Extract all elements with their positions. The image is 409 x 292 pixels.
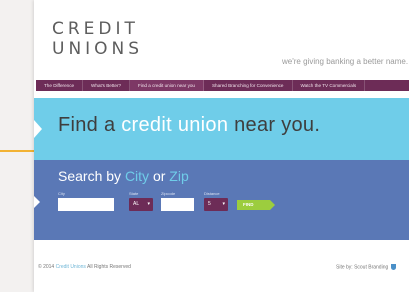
hero-pre: Find a bbox=[58, 114, 122, 136]
nav-item-tv-commercials[interactable]: Watch the TV Commercials bbox=[293, 80, 366, 91]
hero-heading: Find a credit union near you. bbox=[58, 114, 320, 137]
zipcode-input[interactable] bbox=[161, 198, 194, 211]
search-heading-pre: Search by bbox=[58, 168, 125, 184]
search-heading: Search by City or Zip bbox=[58, 168, 189, 184]
search-or-word: or bbox=[149, 168, 170, 184]
hero-highlight: credit union bbox=[121, 114, 229, 136]
logo[interactable]: CREDIT UNIONS bbox=[52, 20, 143, 58]
distance-label: Distance bbox=[204, 191, 220, 196]
copyright-link[interactable]: Credit Unions bbox=[56, 264, 86, 270]
search-panel: Search by City or Zip City State AL ▾ Zi… bbox=[34, 160, 409, 240]
main-nav: The Difference What's Better? Find a cre… bbox=[36, 80, 409, 91]
search-zip-word: Zip bbox=[169, 168, 189, 184]
copyright-post: All Rights Reserved bbox=[85, 264, 131, 270]
logo-line1: CREDIT bbox=[52, 19, 139, 39]
tagline: we're giving banking a better name. bbox=[282, 57, 409, 66]
find-button[interactable]: FIND bbox=[237, 200, 275, 210]
chevron-down-icon: ▾ bbox=[147, 201, 150, 207]
copyright: © 2014 Credit Unions All Rights Reserved bbox=[38, 264, 131, 270]
accent-line bbox=[0, 150, 34, 152]
site-credit-text: Site by: Scout Branding bbox=[336, 264, 389, 271]
nav-item-whats-better[interactable]: What's Better? bbox=[83, 80, 131, 91]
arrow-marker-icon bbox=[34, 120, 42, 138]
chevron-down-icon: ▾ bbox=[222, 201, 225, 207]
distance-value: 5 bbox=[208, 201, 211, 207]
distance-select[interactable]: 5 ▾ bbox=[204, 198, 228, 211]
search-city-word: City bbox=[124, 168, 150, 184]
copyright-pre: © 2014 bbox=[38, 264, 56, 270]
city-input[interactable] bbox=[58, 198, 114, 211]
shield-icon bbox=[390, 264, 396, 270]
site-credit[interactable]: Site by: Scout Branding bbox=[336, 264, 396, 270]
nav-item-shared-branching[interactable]: Shared Branching for Convenience bbox=[204, 80, 293, 91]
hero-banner: Find a credit union near you. bbox=[34, 98, 409, 160]
state-label: State bbox=[129, 191, 139, 196]
page: CREDIT UNIONS we're giving banking a bet… bbox=[34, 0, 409, 292]
state-select[interactable]: AL ▾ bbox=[129, 198, 153, 211]
arrow-marker-icon bbox=[34, 196, 40, 208]
zipcode-label: Zipcode bbox=[161, 191, 176, 196]
city-label: City bbox=[58, 191, 65, 196]
nav-item-difference[interactable]: The Difference bbox=[36, 80, 84, 91]
logo-line2: UNIONS bbox=[52, 39, 144, 59]
hero-post: near you. bbox=[228, 114, 321, 136]
nav-item-find[interactable]: Find a credit union near you bbox=[130, 80, 204, 91]
state-value: AL bbox=[133, 201, 140, 207]
